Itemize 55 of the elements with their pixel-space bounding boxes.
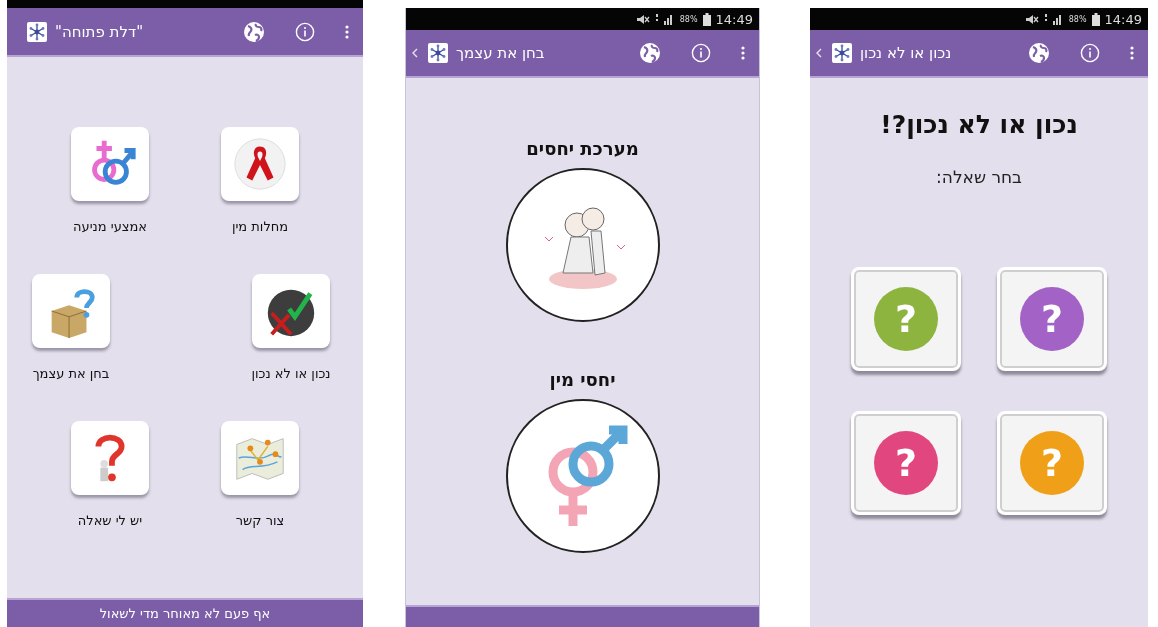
info-icon[interactable]: [295, 21, 315, 42]
question-card-button[interactable]: ?: [997, 267, 1107, 371]
more-options-icon[interactable]: [741, 45, 745, 61]
quiz-prompt: בחר שאלה:: [936, 167, 1022, 187]
menu-tile-button[interactable]: [71, 421, 149, 495]
mute-icon: [1024, 13, 1039, 25]
menu-tile-button[interactable]: [221, 127, 299, 201]
menu-tile-button[interactable]: [221, 421, 299, 495]
snowflake-logo-icon: [428, 43, 448, 63]
back-chevron-icon[interactable]: [816, 48, 822, 58]
question-card-button[interactable]: ?: [851, 267, 961, 371]
couple-drawing[interactable]: [504, 167, 661, 323]
globe-icon[interactable]: [243, 20, 265, 43]
clock-time: 14:49: [715, 11, 753, 27]
tile-label: אמצעי מניעה: [73, 219, 147, 234]
more-options-icon[interactable]: [1130, 45, 1134, 61]
snowflake-logo-icon: [832, 43, 852, 63]
menu-tile-button[interactable]: [32, 274, 110, 348]
topic-heading: יחסי מין: [549, 369, 616, 390]
signal-icon: [1043, 13, 1064, 25]
tile-label: יש לי שאלה: [77, 513, 143, 528]
more-options-icon[interactable]: [345, 23, 349, 40]
tile-label: צור קשר: [235, 513, 285, 528]
tile-label: מחלות מין: [231, 219, 289, 234]
screen-title: "דלת פתוחה": [55, 22, 144, 41]
menu-tile-button[interactable]: [71, 127, 149, 201]
mute-icon: [635, 13, 650, 25]
info-icon[interactable]: [1080, 43, 1100, 63]
battery-icon: [1091, 12, 1100, 26]
battery-percent: 88%: [1068, 14, 1087, 24]
question-dot: ?: [1020, 431, 1084, 495]
question-dot: ?: [1020, 287, 1084, 351]
snowflake-logo-icon: [27, 21, 47, 42]
battery-percent: 88%: [679, 14, 698, 24]
tile-label: בחן את עצמך: [32, 366, 110, 381]
screen-title: בחן את עצמך: [456, 44, 545, 62]
topic-heading: מערכת יחסים: [526, 138, 639, 159]
question-card-button[interactable]: ?: [851, 411, 961, 515]
clock-time: 14:49: [1104, 11, 1142, 27]
tile-label: נכון או לא נכון: [251, 366, 331, 381]
back-chevron-icon[interactable]: [412, 48, 418, 58]
globe-icon[interactable]: [639, 42, 661, 64]
menu-tile-button[interactable]: [252, 274, 330, 348]
signal-icon: [654, 13, 675, 25]
question-dot: ?: [874, 287, 938, 351]
question-card-button[interactable]: ?: [997, 411, 1107, 515]
ribbon-icon: [231, 135, 289, 193]
quiz-heading: נכון או לא נכון?!: [880, 110, 1078, 139]
question-dot: ?: [874, 431, 938, 495]
info-icon[interactable]: [691, 43, 711, 63]
globe-icon[interactable]: [1028, 42, 1050, 64]
footer-slogan: אף פעם לא מאוחר מדי לשאול: [99, 606, 271, 621]
screen-title: נכון או לא נכון: [860, 44, 952, 62]
gender-symbols-drawing[interactable]: [504, 398, 661, 554]
battery-icon: [702, 12, 711, 26]
